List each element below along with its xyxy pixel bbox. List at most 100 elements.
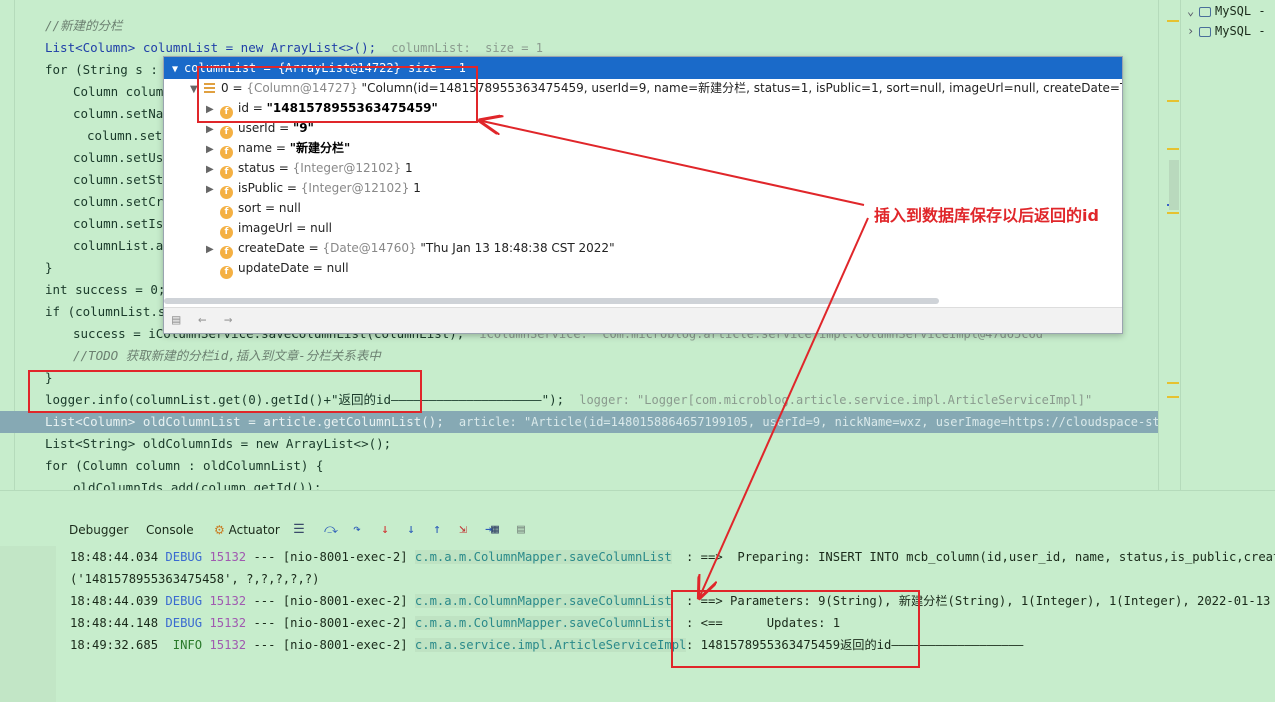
code-line-close-brace: } bbox=[45, 260, 53, 275]
db-item-label: MySQL - bbox=[1215, 4, 1266, 18]
pin-icon[interactable]: ▤ bbox=[172, 312, 180, 328]
tree-row-status[interactable]: ▶ f status = {Integer@12102} 1 bbox=[206, 158, 413, 180]
back-arrow-icon[interactable]: ← bbox=[198, 312, 206, 328]
step-over-icon[interactable]: ↷ bbox=[350, 523, 364, 537]
warning-marker[interactable] bbox=[1167, 212, 1179, 214]
row-label: sort = bbox=[238, 201, 279, 215]
log-line-3: 18:48:44.148 DEBUG 15132 --- [nio-8001-e… bbox=[70, 612, 672, 634]
annotation-box-popup-id bbox=[197, 66, 478, 123]
log-logger: c.m.a.m.ColumnMapper.saveColumnList bbox=[414, 550, 672, 564]
code-line-columnlist-add: columnList.ad bbox=[73, 238, 171, 253]
chevron-right-icon[interactable]: ▶ bbox=[206, 240, 220, 260]
show-execution-point-icon[interactable]: ⤼ bbox=[324, 523, 338, 537]
code-line-todo: //TODO 获取新建的分栏id,插入到文章-分栏关系表中 bbox=[73, 348, 381, 363]
console-gutter bbox=[0, 546, 56, 702]
database-icon bbox=[1199, 26, 1211, 37]
log-time: 18:49:32.685 bbox=[70, 638, 159, 652]
code-text: List<Column> oldColumnList = article.get… bbox=[45, 414, 444, 429]
log-logger: c.m.a.m.ColumnMapper.saveColumnList bbox=[414, 616, 672, 630]
collapse-chevron-icon[interactable]: ▼ bbox=[172, 64, 178, 75]
warning-marker[interactable] bbox=[1167, 148, 1179, 150]
log-level: DEBUG bbox=[165, 550, 203, 564]
chevron-right-icon[interactable]: ▶ bbox=[206, 140, 220, 160]
warning-marker[interactable] bbox=[1167, 20, 1179, 22]
code-line-setname: column.setNam bbox=[73, 106, 171, 121]
log-time: 18:48:44.039 bbox=[70, 594, 159, 608]
row-label: updateDate = bbox=[238, 261, 327, 275]
database-panel[interactable]: ⌄ MySQL - › MySQL - bbox=[1180, 0, 1275, 490]
row-value: "9" bbox=[293, 121, 314, 135]
scroll-thumb[interactable] bbox=[1169, 160, 1179, 210]
chevron-down-icon[interactable]: ⌄ bbox=[1187, 1, 1199, 21]
warning-marker[interactable] bbox=[1167, 382, 1179, 384]
evaluate-icon[interactable]: ▦ bbox=[488, 523, 502, 537]
inline-value-hint: logger: "Logger[com.microblog.article.se… bbox=[579, 393, 1093, 407]
row-label: userId = bbox=[238, 121, 294, 135]
forward-arrow-icon[interactable]: → bbox=[224, 312, 232, 328]
code-line-oldids-add: oldColumnIds.add(column.getId()); bbox=[73, 480, 322, 490]
warning-marker[interactable] bbox=[1167, 100, 1179, 102]
chevron-right-icon[interactable]: ▶ bbox=[206, 160, 220, 180]
editor-scroll-markers[interactable] bbox=[1158, 0, 1180, 490]
tree-row-sort[interactable]: f sort = null bbox=[220, 198, 301, 219]
inline-value-hint: columnList: size = 1 bbox=[391, 41, 543, 55]
tree-row-name[interactable]: ▶ f name = "新建分栏" bbox=[206, 138, 350, 160]
row-value: 1 bbox=[409, 181, 421, 195]
code-line-success-init: int success = 0; bbox=[45, 282, 166, 297]
console-output[interactable]: 18:48:44.034 DEBUG 15132 --- [nio-8001-e… bbox=[0, 546, 1275, 702]
log-logger: c.m.a.service.impl.ArticleServiceImpl bbox=[414, 638, 687, 652]
tab-console[interactable]: Console bbox=[146, 523, 194, 537]
tab-actuator[interactable]: ⚙ Actuator bbox=[214, 523, 280, 537]
step-out-icon[interactable]: ↑ bbox=[430, 523, 444, 537]
force-step-into-icon[interactable]: ↓ bbox=[404, 523, 418, 537]
code-text: List<Column> columnList = new ArrayList<… bbox=[45, 40, 377, 55]
row-value: null bbox=[326, 261, 349, 275]
db-tree-item[interactable]: ⌄ MySQL - bbox=[1187, 1, 1266, 21]
step-into-icon[interactable]: ↓ bbox=[378, 523, 392, 537]
trace-icon[interactable]: ▤ bbox=[514, 523, 528, 537]
log-level: DEBUG bbox=[165, 594, 203, 608]
code-line-setstatus: column.setSta bbox=[73, 172, 171, 187]
log-pid: 15132 bbox=[209, 550, 247, 564]
actuator-icon: ⚙ bbox=[214, 523, 225, 537]
log-thread: --- [nio-8001-exec-2] bbox=[253, 594, 408, 608]
tab-debugger[interactable]: Debugger bbox=[69, 523, 128, 537]
row-label: status = bbox=[238, 161, 293, 175]
log-line-1: 18:48:44.034 DEBUG 15132 --- [nio-8001-e… bbox=[70, 546, 672, 568]
row-value: "Thu Jan 13 18:48:38 CST 2022" bbox=[416, 241, 615, 255]
menu-icon[interactable]: ☰ bbox=[292, 523, 306, 537]
log-line-1-cont: ('1481578955363475458', ?,?,?,?,?) bbox=[70, 572, 320, 586]
tab-actuator-label: Actuator bbox=[228, 523, 280, 537]
tree-row-imageurl[interactable]: f imageUrl = null bbox=[220, 218, 333, 239]
row-value: null bbox=[278, 201, 301, 215]
horizontal-scrollbar[interactable] bbox=[164, 298, 939, 304]
debug-toolbar: Debugger Console ⚙ Actuator ☰ ⤼ ↷ ↓ ↓ ↑ … bbox=[0, 490, 1275, 546]
tree-row-ispublic[interactable]: ▶ f isPublic = {Integer@12102} 1 bbox=[206, 178, 421, 200]
chevron-right-icon[interactable]: › bbox=[1187, 21, 1199, 41]
row-ref: {Integer@12102} bbox=[292, 161, 402, 175]
tree-row-createdate[interactable]: ▶ f createDate = {Date@14760} "Thu Jan 13 … bbox=[206, 238, 615, 260]
row-ref: {Integer@12102} bbox=[300, 181, 410, 195]
warning-marker[interactable] bbox=[1167, 396, 1179, 398]
log-level: INFO bbox=[165, 638, 203, 652]
code-line-oldcolumnids: List<String> oldColumnIds = new ArrayLis… bbox=[45, 436, 392, 451]
row-value: null bbox=[310, 221, 333, 235]
chevron-right-icon[interactable]: ▶ bbox=[206, 120, 220, 140]
row-label: name = bbox=[238, 141, 290, 155]
chevron-right-icon[interactable]: ▶ bbox=[206, 180, 220, 200]
row-label: imageUrl = bbox=[238, 221, 311, 235]
code-line-if: if (columnList.si bbox=[45, 304, 173, 319]
field-icon: f bbox=[220, 266, 233, 279]
code-line-oldcolumnlist: List<Column> oldColumnList = article.get… bbox=[45, 411, 1180, 433]
code-line-for-loop: for (String s : c bbox=[45, 62, 173, 77]
annotation-label: 插入到数据库保存以后返回的id bbox=[874, 206, 1099, 225]
code-line-setcreate: column.setCre bbox=[73, 194, 171, 209]
log-pid: 15132 bbox=[209, 594, 247, 608]
row-label: isPublic = bbox=[238, 181, 301, 195]
inline-value-hint: article: "Article(id=1480158864657199105… bbox=[458, 415, 1180, 429]
current-execution-line: List<Column> oldColumnList = article.get… bbox=[0, 411, 1180, 433]
drop-frame-icon[interactable]: ⇲ bbox=[456, 523, 470, 537]
code-editor[interactable]: //新建的分栏 List<Column> columnList = new Ar… bbox=[0, 0, 1180, 490]
tree-row-updatedate[interactable]: f updateDate = null bbox=[220, 258, 349, 279]
db-tree-item[interactable]: › MySQL - bbox=[1187, 21, 1266, 41]
